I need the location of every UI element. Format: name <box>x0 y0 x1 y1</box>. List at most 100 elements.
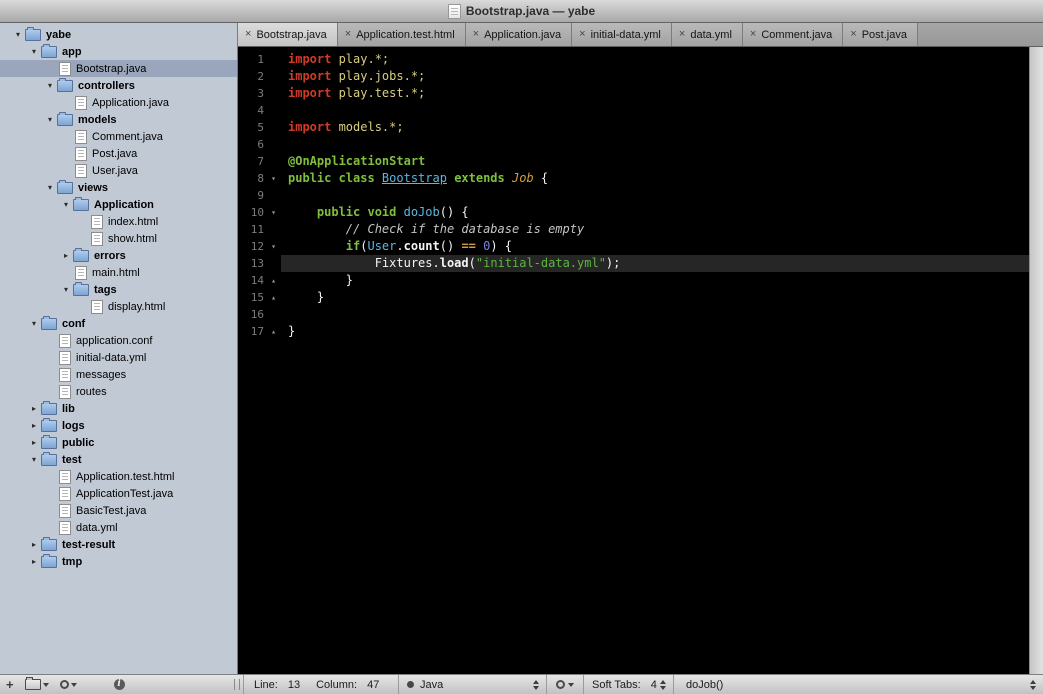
disclosure-open-icon[interactable]: ▾ <box>44 179 56 196</box>
code-line-1[interactable]: 1import play.*; <box>238 51 1029 68</box>
tree-folder-test-result[interactable]: ▸test-result <box>0 536 237 553</box>
scrollbar[interactable] <box>1029 47 1043 674</box>
tab-close-icon[interactable]: × <box>679 29 685 40</box>
tab-data.yml[interactable]: ×data.yml <box>672 23 743 46</box>
tree-file-Comment.java[interactable]: Comment.java <box>0 128 237 145</box>
tree-file-initial-data.yml[interactable]: initial-data.yml <box>0 349 237 366</box>
tree-file-application.conf[interactable]: application.conf <box>0 332 237 349</box>
disclosure-open-icon[interactable]: ▾ <box>28 451 40 468</box>
code-line-4[interactable]: 4 <box>238 102 1029 119</box>
fold-up-icon: ▴ <box>266 323 281 340</box>
bundle-menu-button[interactable] <box>546 675 583 694</box>
disclosure-open-icon[interactable]: ▾ <box>12 26 24 43</box>
gear-icon <box>556 680 565 689</box>
disclosure-closed-icon[interactable]: ▸ <box>28 400 40 417</box>
tree-folder-yabe[interactable]: ▾yabe <box>0 26 237 43</box>
new-folder-button[interactable] <box>25 679 49 690</box>
code-token: == <box>461 239 475 253</box>
code-line-2[interactable]: 2import play.jobs.*; <box>238 68 1029 85</box>
code-line-14[interactable]: 14▴ } <box>238 272 1029 289</box>
tree-folder-views[interactable]: ▾views <box>0 179 237 196</box>
tree-file-Application.test.html[interactable]: Application.test.html <box>0 468 237 485</box>
tab-close-icon[interactable]: × <box>345 29 351 40</box>
file-icon <box>59 487 71 501</box>
disclosure-open-icon[interactable]: ▾ <box>28 315 40 332</box>
tree-folder-logs[interactable]: ▸logs <box>0 417 237 434</box>
tree-folder-tmp[interactable]: ▸tmp <box>0 553 237 570</box>
tree-folder-Application[interactable]: ▾Application <box>0 196 237 213</box>
tree-folder-public[interactable]: ▸public <box>0 434 237 451</box>
folder-icon <box>25 679 41 690</box>
tab-close-icon[interactable]: × <box>750 29 756 40</box>
code-token: Bootstrap <box>382 171 447 185</box>
disclosure-closed-icon[interactable]: ▸ <box>28 434 40 451</box>
code-line-11[interactable]: 11 // Check if the database is empty <box>238 221 1029 238</box>
disclosure-closed-icon[interactable]: ▸ <box>28 553 40 570</box>
tree-folder-controllers[interactable]: ▾controllers <box>0 77 237 94</box>
tab-close-icon[interactable]: × <box>579 29 585 40</box>
code-line-5[interactable]: 5import models.*; <box>238 119 1029 136</box>
code-area[interactable]: 1import play.*;2import play.jobs.*;3impo… <box>238 47 1029 674</box>
code-line-13[interactable]: 13 Fixtures.load("initial-data.yml"); <box>238 255 1029 272</box>
code-line-7[interactable]: 7@OnApplicationStart <box>238 153 1029 170</box>
tree-folder-test[interactable]: ▾test <box>0 451 237 468</box>
disclosure-open-icon[interactable]: ▾ <box>60 281 72 298</box>
tab-close-icon[interactable]: × <box>850 29 856 40</box>
disclosure-open-icon[interactable]: ▾ <box>44 111 56 128</box>
tab-Comment.java[interactable]: ×Comment.java <box>743 23 843 46</box>
info-button[interactable]: i <box>88 679 125 690</box>
tab-size-popup[interactable]: Soft Tabs: 4 <box>583 675 673 694</box>
tree-folder-errors[interactable]: ▸errors <box>0 247 237 264</box>
disclosure-open-icon[interactable]: ▾ <box>44 77 56 94</box>
tree-item-label: Comment.java <box>92 131 163 143</box>
disclosure-closed-icon[interactable]: ▸ <box>28 536 40 553</box>
actions-menu-button[interactable] <box>60 680 77 689</box>
tree-folder-lib[interactable]: ▸lib <box>0 400 237 417</box>
code-line-3[interactable]: 3import play.test.*; <box>238 85 1029 102</box>
tree-file-Application.java[interactable]: Application.java <box>0 94 237 111</box>
disclosure-closed-icon[interactable]: ▸ <box>60 247 72 264</box>
code-line-17[interactable]: 17▴} <box>238 323 1029 340</box>
tree-folder-tags[interactable]: ▾tags <box>0 281 237 298</box>
code-line-10[interactable]: 10▾ public void doJob() { <box>238 204 1029 221</box>
tree-file-main.html[interactable]: main.html <box>0 264 237 281</box>
disclosure-closed-icon[interactable]: ▸ <box>28 417 40 434</box>
caret-down-icon <box>71 683 77 687</box>
drawer-resize-handle[interactable] <box>230 675 243 694</box>
tab-Post.java[interactable]: ×Post.java <box>843 23 918 46</box>
tab-Application.java[interactable]: ×Application.java <box>466 23 573 46</box>
tree-file-BasicTest.java[interactable]: BasicTest.java <box>0 502 237 519</box>
code-line-15[interactable]: 15▴ } <box>238 289 1029 306</box>
code-line-12[interactable]: 12▾ if(User.count() == 0) { <box>238 238 1029 255</box>
tree-folder-conf[interactable]: ▾conf <box>0 315 237 332</box>
tree-folder-models[interactable]: ▾models <box>0 111 237 128</box>
tree-file-Post.java[interactable]: Post.java <box>0 145 237 162</box>
disclosure-open-icon[interactable]: ▾ <box>60 196 72 213</box>
code-token: ( <box>469 256 476 270</box>
code-line-9[interactable]: 9 <box>238 187 1029 204</box>
tree-file-ApplicationTest.java[interactable]: ApplicationTest.java <box>0 485 237 502</box>
tree-file-index.html[interactable]: index.html <box>0 213 237 230</box>
tree-file-messages[interactable]: messages <box>0 366 237 383</box>
tree-file-show.html[interactable]: show.html <box>0 230 237 247</box>
tree-file-display.html[interactable]: display.html <box>0 298 237 315</box>
tree-folder-app[interactable]: ▾app <box>0 43 237 60</box>
tree-file-data.yml[interactable]: data.yml <box>0 519 237 536</box>
tab-close-icon[interactable]: × <box>473 29 479 40</box>
tab-Application.test.html[interactable]: ×Application.test.html <box>338 23 466 46</box>
tree-file-User.java[interactable]: User.java <box>0 162 237 179</box>
code-line-16[interactable]: 16 <box>238 306 1029 323</box>
tab-initial-data.yml[interactable]: ×initial-data.yml <box>572 23 672 46</box>
code-token: } <box>288 273 353 287</box>
symbol-popup[interactable]: doJob() <box>673 675 1043 694</box>
tab-close-icon[interactable]: × <box>245 29 251 40</box>
language-popup[interactable]: Java <box>398 675 546 694</box>
tab-Bootstrap.java[interactable]: ×Bootstrap.java <box>238 23 338 46</box>
disclosure-open-icon[interactable]: ▾ <box>28 43 40 60</box>
new-file-button[interactable]: + <box>6 678 14 691</box>
tree-file-Bootstrap.java[interactable]: Bootstrap.java <box>0 60 237 77</box>
tree-file-routes[interactable]: routes <box>0 383 237 400</box>
code-line-6[interactable]: 6 <box>238 136 1029 153</box>
line-content: // Check if the database is empty <box>281 221 1029 238</box>
code-line-8[interactable]: 8▾public class Bootstrap extends Job { <box>238 170 1029 187</box>
